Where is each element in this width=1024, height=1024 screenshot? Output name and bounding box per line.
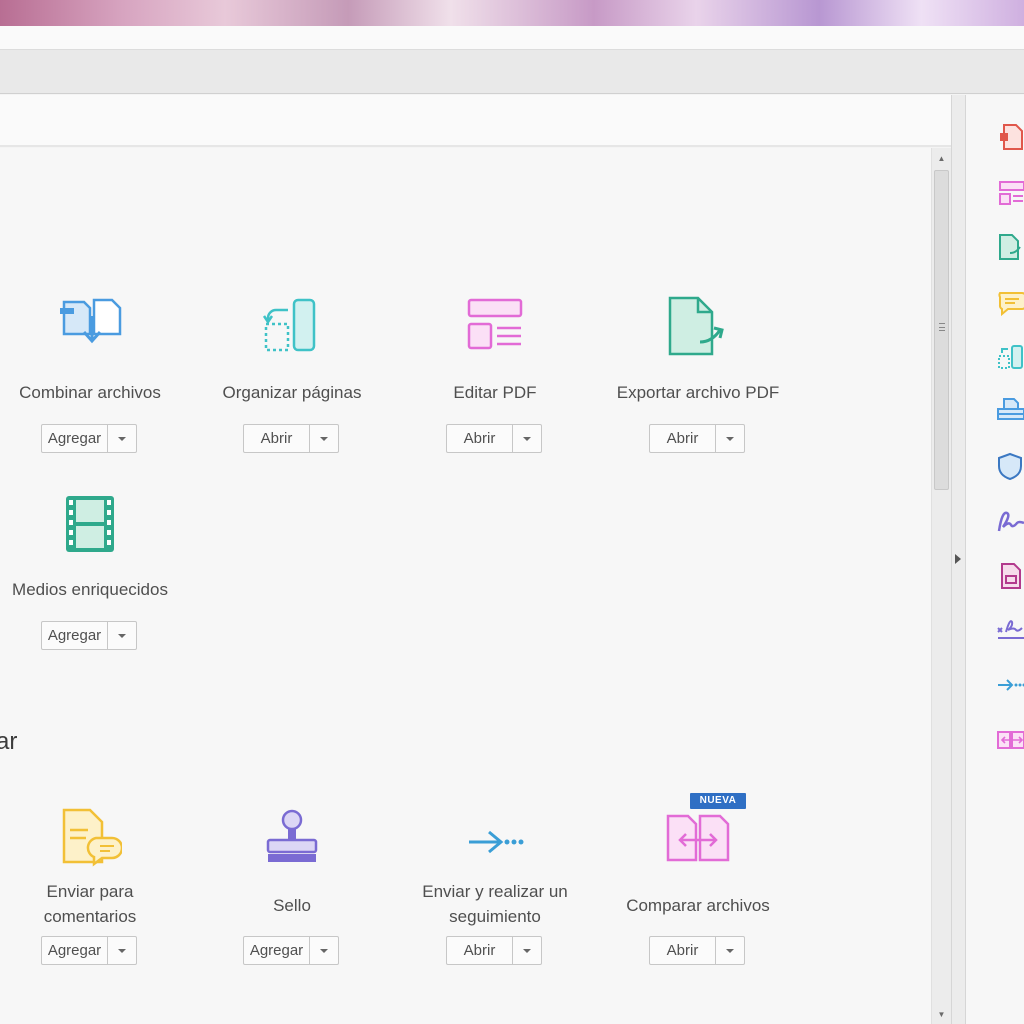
tool-send-for-comments: Enviar para comentarios Agregar (0, 806, 180, 976)
organize-pages-icon[interactable] (996, 343, 1024, 371)
combine-files-icon[interactable] (58, 294, 122, 358)
tool-label: Organizar páginas (222, 383, 362, 402)
compare-files-icon[interactable] (666, 806, 730, 870)
tool-combine-files: Combinar archivos Agregar (0, 294, 180, 464)
tool-stamp: Sello Agregar (202, 806, 382, 976)
desktop-background-strip (0, 0, 1024, 26)
tool-button-group: Agregar (41, 936, 137, 965)
export-pdf-icon[interactable] (996, 233, 1024, 261)
tool-organize-pages: Organizar páginas Abrir (202, 294, 382, 464)
chevron-down-icon[interactable] (108, 425, 136, 452)
chevron-down-icon[interactable] (716, 937, 744, 964)
vertical-scrollbar[interactable]: ▲ ▼ (931, 148, 951, 1024)
open-button[interactable]: Abrir (650, 425, 716, 452)
right-tools-pane (966, 95, 1024, 1024)
tool-button-group: Abrir (446, 424, 542, 453)
send-track-icon[interactable] (463, 806, 527, 870)
tool-button-group: Abrir (649, 424, 745, 453)
tool-button-group: Agregar (41, 621, 137, 650)
create-pdf-icon[interactable] (996, 123, 1024, 151)
tools-content: Combinar archivos Agregar Organizar pági… (0, 148, 931, 1024)
fill-and-sign-icon[interactable] (996, 507, 1024, 535)
window-title-bar (0, 26, 1024, 50)
tool-label: Exportar archivo PDF (616, 383, 780, 402)
shield-icon[interactable] (996, 452, 1024, 480)
section-heading: ar (0, 728, 18, 755)
tool-send-and-track: Enviar y realizar un seguimiento Abrir (405, 806, 585, 976)
chevron-down-icon[interactable] (310, 425, 338, 452)
chevron-down-icon[interactable] (513, 937, 541, 964)
organize-pages-icon[interactable] (260, 294, 324, 358)
add-button[interactable]: Agregar (42, 622, 108, 649)
compare-files-icon[interactable] (996, 726, 1024, 754)
add-button[interactable]: Agregar (42, 937, 108, 964)
tool-button-group: Agregar (243, 936, 339, 965)
chevron-down-icon[interactable] (108, 937, 136, 964)
tool-rich-media: Medios enriquecidos Agregar (0, 492, 180, 662)
tool-label: Medios enriquecidos (12, 580, 168, 599)
tool-export-pdf: Exportar archivo PDF Abrir (608, 294, 788, 464)
tool-button-group: Abrir (243, 424, 339, 453)
export-pdf-icon[interactable] (666, 294, 730, 358)
prepare-form-icon[interactable] (996, 562, 1024, 590)
tool-edit-pdf: Editar PDF Abrir (405, 294, 585, 464)
tool-label: Sello (273, 896, 311, 915)
tool-label-line: Enviar para (46, 882, 134, 901)
toolbar (0, 95, 951, 147)
add-button[interactable]: Agregar (42, 425, 108, 452)
tool-label: Comparar archivos (626, 896, 770, 915)
open-button[interactable]: Abrir (447, 937, 513, 964)
open-button[interactable]: Abrir (244, 425, 310, 452)
tool-label: Combinar archivos (19, 383, 161, 402)
chevron-down-icon[interactable] (310, 937, 338, 964)
chevron-down-icon[interactable] (108, 622, 136, 649)
tool-label-line: Enviar y realizar un (422, 882, 568, 901)
scan-icon[interactable] (996, 397, 1024, 425)
send-for-comments-icon[interactable] (58, 806, 124, 870)
scroll-thumb[interactable] (934, 170, 949, 490)
stamp-icon[interactable] (260, 806, 324, 870)
send-track-icon[interactable] (996, 671, 1024, 699)
film-icon[interactable] (58, 492, 122, 556)
edit-pdf-icon[interactable] (463, 294, 527, 358)
grip-icon (939, 323, 945, 331)
chevron-down-icon[interactable] (513, 425, 541, 452)
tool-button-group: Agregar (41, 424, 137, 453)
send-for-signature-icon[interactable] (996, 616, 1024, 644)
add-button[interactable]: Agregar (244, 937, 310, 964)
open-button[interactable]: Abrir (650, 937, 716, 964)
edit-pdf-icon[interactable] (996, 179, 1024, 207)
tool-button-group: Abrir (649, 936, 745, 965)
open-button[interactable]: Abrir (447, 425, 513, 452)
collapse-panel-arrow-icon[interactable] (955, 554, 961, 564)
tab-bar (0, 50, 1024, 94)
scroll-up-arrow-icon[interactable]: ▲ (932, 150, 951, 168)
tool-label-line: comentarios (43, 907, 137, 926)
scroll-down-arrow-icon[interactable]: ▼ (932, 1006, 951, 1024)
chevron-down-icon[interactable] (716, 425, 744, 452)
comment-icon[interactable] (996, 288, 1024, 316)
tool-button-group: Abrir (446, 936, 542, 965)
tool-compare-files: Comparar archivos Abrir (608, 806, 788, 976)
panel-divider[interactable] (951, 95, 966, 1024)
tool-label-line: seguimiento (449, 907, 541, 926)
tool-label: Editar PDF (453, 383, 537, 402)
